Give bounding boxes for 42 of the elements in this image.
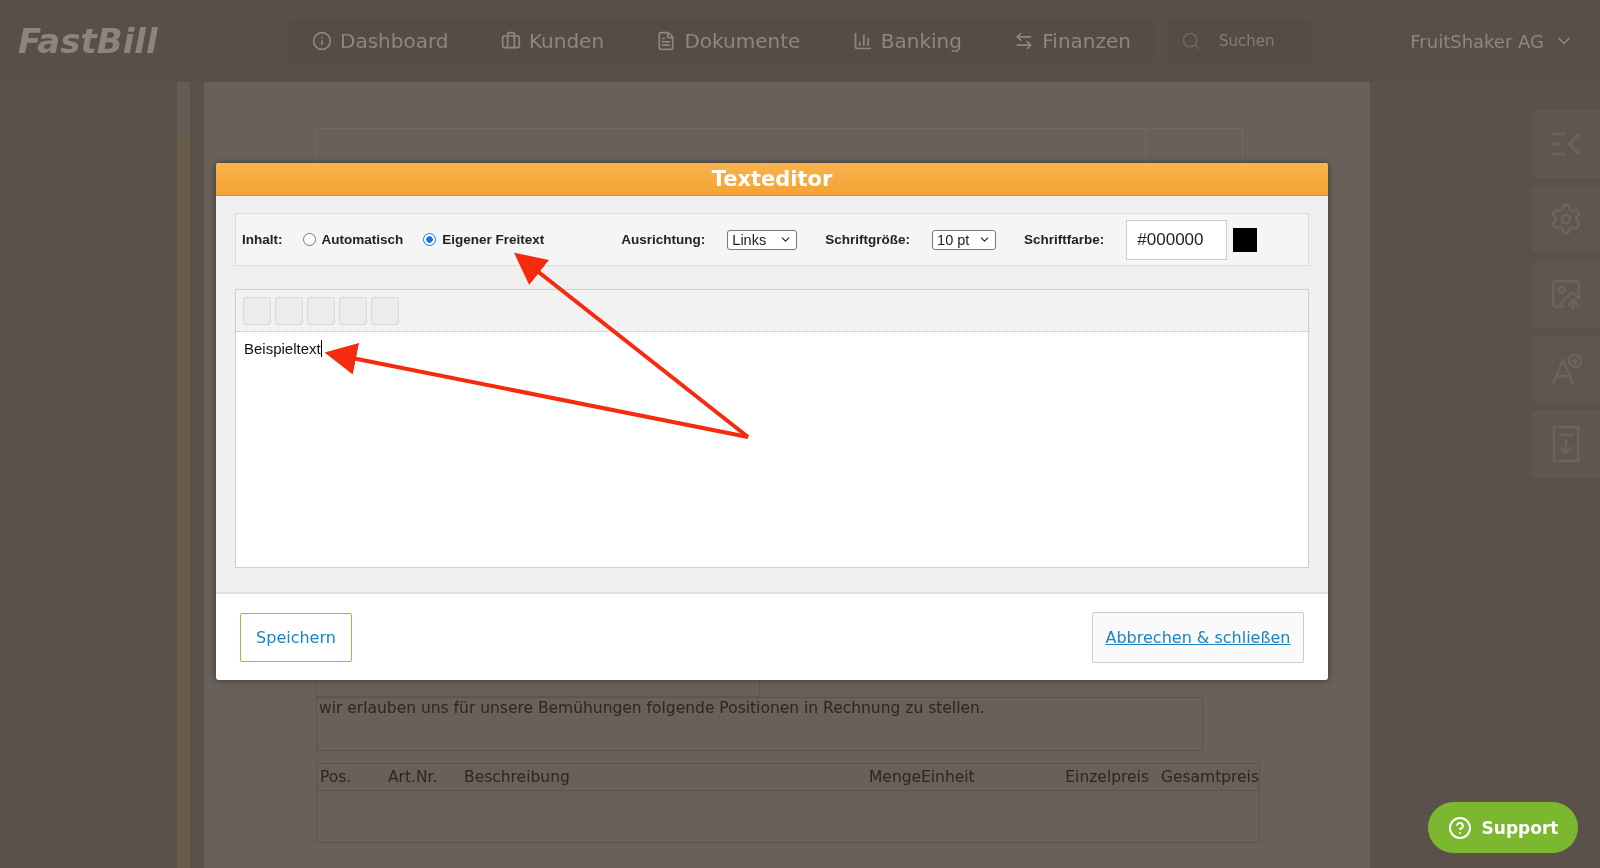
account-menu[interactable]: FruitShaker AG xyxy=(1410,30,1574,52)
color-input[interactable]: #000000 xyxy=(1126,219,1228,260)
font-size-select[interactable]: 10 pt xyxy=(932,229,997,250)
toolbar-button[interactable] xyxy=(275,296,303,325)
support-button[interactable]: Support xyxy=(1428,802,1578,853)
toolbar-button[interactable] xyxy=(371,296,399,325)
save-button[interactable]: Speichern xyxy=(240,612,352,662)
radio-option[interactable]: Automatisch xyxy=(302,232,404,247)
nav-item[interactable]: Dokumente xyxy=(648,29,809,53)
field-label: Schriftfarbe: xyxy=(1024,232,1105,247)
briefcase-icon xyxy=(500,31,521,51)
intro-text: wir erlauben uns für unsere Bemühungen folgende Positionen in Rechnung zu stellen. xyxy=(319,699,985,717)
radio-option[interactable]: Eigener Freitext xyxy=(423,232,545,247)
dialog-title: Texteditor xyxy=(216,163,1328,196)
rich-text-editor[interactable]: Beispieltext xyxy=(235,289,1309,568)
search-icon xyxy=(1181,31,1201,51)
column-header: Beschreibung xyxy=(464,768,571,786)
alignment-select[interactable]: Links xyxy=(727,229,798,250)
toolbar-button[interactable] xyxy=(307,296,335,325)
field-label: Inhalt: xyxy=(242,232,283,247)
intro-field[interactable]: wir erlauben uns für unsere Bemühungen folgende Positionen in Rechnung zu stellen. xyxy=(316,697,1203,751)
column-header: Pos. xyxy=(320,768,353,786)
nav-item[interactable]: Kunden xyxy=(492,29,613,53)
cancel-link[interactable]: Abbrechen & schließen xyxy=(1092,611,1304,663)
field-label: Ausrichtung: xyxy=(621,232,706,247)
toolbar-button[interactable] xyxy=(243,296,271,325)
info-icon xyxy=(312,31,332,51)
toolbar-button[interactable] xyxy=(339,296,367,325)
help-icon xyxy=(1447,815,1472,840)
column-header: Menge xyxy=(869,768,921,786)
field-label: Schriftgröße: xyxy=(825,232,911,247)
nav-item[interactable]: Banking xyxy=(844,29,970,53)
bar-chart-icon xyxy=(852,31,873,51)
column-header: Einheit xyxy=(921,768,976,786)
column-header: Gesamtpreis xyxy=(1159,768,1259,786)
color-swatch[interactable] xyxy=(1233,227,1258,252)
nav-item[interactable]: Dashboard xyxy=(304,29,457,53)
column-header: Art.Nr. xyxy=(388,768,439,786)
nav-item[interactable]: Finanzen xyxy=(1006,29,1139,53)
editor-text: Beispieltext xyxy=(244,340,322,357)
document-icon xyxy=(656,31,677,51)
column-header: Einzelpreis xyxy=(1064,768,1149,786)
